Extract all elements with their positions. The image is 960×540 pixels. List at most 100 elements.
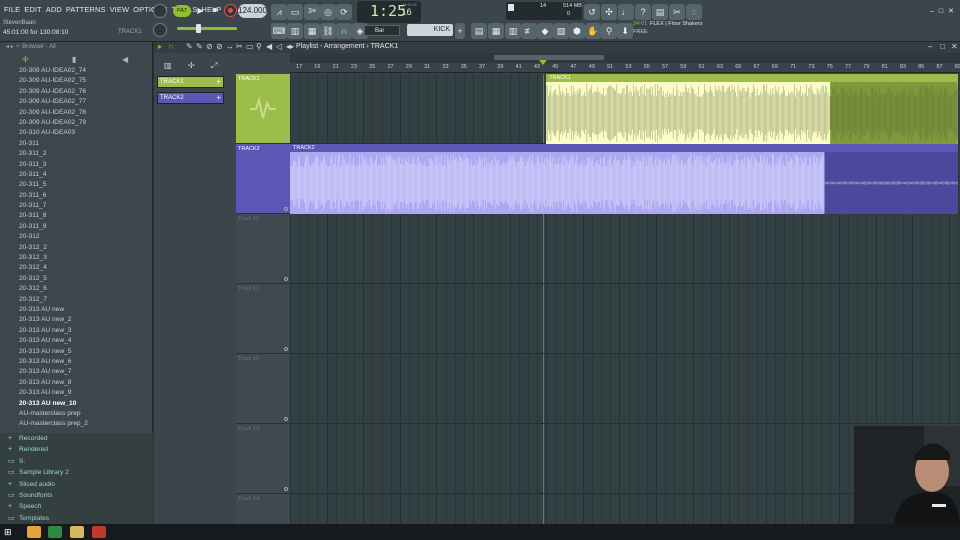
playlist-menu-icon[interactable]: ◂▸ xyxy=(286,42,294,51)
slip-tool-icon[interactable]: ↔ xyxy=(226,42,234,51)
master-knob-icon[interactable] xyxy=(153,23,167,37)
browser-item[interactable]: 20-311 xyxy=(0,139,153,149)
browser-item[interactable]: 20-312_4 xyxy=(0,263,153,273)
chrome-taskbar-icon[interactable] xyxy=(48,526,62,538)
touch-keyboard-icon[interactable]: ✋ xyxy=(585,23,601,39)
explorer-taskbar-icon[interactable] xyxy=(70,526,84,538)
browser-folder[interactable]: ▭ S: xyxy=(0,456,153,467)
menu-edit[interactable]: EDIT xyxy=(22,5,43,17)
picker-piano-icon[interactable]: ▥ xyxy=(164,61,172,70)
browser-item[interactable]: 20-310 AU-IDEA03 xyxy=(0,128,153,138)
menu-add[interactable]: ADD xyxy=(44,5,64,17)
browser-item[interactable]: 20-309 AU-IDEA02_77 xyxy=(0,97,153,107)
track-header[interactable]: Track 12 xyxy=(236,354,290,424)
record-button[interactable] xyxy=(224,4,237,17)
browser-item[interactable]: 20-312 xyxy=(0,232,153,242)
browser-item[interactable]: 20-311_5 xyxy=(0,180,153,190)
track-header[interactable]: Track 10 xyxy=(236,214,290,284)
browser-item[interactable]: 20-312_5 xyxy=(0,274,153,284)
microphone-icon[interactable]: ♩ xyxy=(618,4,634,20)
browser-icon[interactable]: ▧ xyxy=(553,23,569,39)
track-header[interactable]: Track 11 xyxy=(236,284,290,354)
multilink-icon[interactable]: ▦ xyxy=(304,23,320,39)
undo-icon[interactable]: ↺ xyxy=(584,4,600,20)
window-controls[interactable]: –□✕ xyxy=(930,7,959,15)
browser-item[interactable]: AU-masterclass prep xyxy=(0,409,153,419)
channel-rack-icon[interactable]: ▥ xyxy=(505,23,521,39)
browser-item[interactable]: 20-313 AU new_4 xyxy=(0,336,153,346)
pattern-selector[interactable]: KICK xyxy=(407,24,453,36)
delete-tool-icon[interactable]: ⊘ xyxy=(206,42,213,51)
time-ruler[interactable]: 17 19 21 23 25 27 29 31 33 35 37 39 41 43 45 47 49 51 53 55… xyxy=(290,63,960,73)
browser-item[interactable]: 20-311_7 xyxy=(0,201,153,211)
fl-studio-taskbar-icon[interactable] xyxy=(27,526,41,538)
clip-title[interactable]: TRACK1 xyxy=(546,74,958,82)
browser-item[interactable]: 20-312_7 xyxy=(0,295,153,305)
browser-item[interactable]: 20-313 AU new_3 xyxy=(0,326,153,336)
select-tool-icon[interactable]: ▭ xyxy=(246,42,254,51)
bookmark-icon[interactable]: ▤ xyxy=(652,4,668,20)
blend-icon[interactable]: ◎ xyxy=(320,4,336,20)
picker-stretch-icon[interactable]: ⤢ xyxy=(211,61,217,71)
track-header[interactable]: Track 13 xyxy=(236,424,290,494)
download-icon[interactable]: ⬇ xyxy=(617,23,633,39)
browser-tab-files-icon[interactable]: ▮ xyxy=(72,55,76,64)
browser-item[interactable]: 20-311_9 xyxy=(0,222,153,232)
browser-tab-speaker-icon[interactable]: ◀ xyxy=(122,55,128,64)
track-enable-icon[interactable] xyxy=(284,417,288,421)
audio-clip[interactable]: TRACK1 xyxy=(546,74,958,144)
cut-icon[interactable]: ✂ xyxy=(669,4,685,20)
browser-arrows-icon[interactable]: ◂ ▸ ✧ xyxy=(6,44,22,50)
playlist-options-icon[interactable]: ▸ xyxy=(158,42,162,51)
audio-clip[interactable]: TRACK2 xyxy=(290,144,958,214)
track-header[interactable]: TRACK2 xyxy=(236,144,290,214)
browser-item[interactable]: 20-312_6 xyxy=(0,284,153,294)
step-edit-icon[interactable]: ▥ xyxy=(287,23,303,39)
playlist-hscroll[interactable] xyxy=(290,53,960,63)
browser-item[interactable]: 20-313 AU new_10 xyxy=(0,399,153,409)
wait-input-icon[interactable]: ▭ xyxy=(287,4,303,20)
menu-view[interactable]: VIEW xyxy=(108,5,132,17)
browser-folder[interactable]: ▭ Templates xyxy=(0,513,153,524)
speaker-tool-icon[interactable]: ◁ xyxy=(276,42,282,51)
track-enable-icon[interactable] xyxy=(284,347,288,351)
start-icon[interactable]: ⊞ xyxy=(4,526,18,538)
track-enable-icon[interactable] xyxy=(284,487,288,491)
piano-roll-icon[interactable]: ▦ xyxy=(488,23,504,39)
playhead-marker[interactable] xyxy=(539,60,547,65)
picker-item-track1[interactable]: TRACK1 + xyxy=(157,76,224,88)
master-volume-handle[interactable] xyxy=(196,24,201,33)
browser-folder[interactable]: + Sliced audio xyxy=(0,479,153,490)
browser-item[interactable]: 20-313 AU new_5 xyxy=(0,347,153,357)
browser-item[interactable]: 20-309 AU-IDEA02_78 xyxy=(0,108,153,118)
chat-icon[interactable]: ◌ xyxy=(686,4,702,20)
playlist-icon[interactable]: ▤ xyxy=(471,23,487,39)
browser-folder[interactable]: + Rendered xyxy=(0,444,153,455)
browser-item[interactable]: 20-311_8 xyxy=(0,211,153,221)
typing-keyboard-icon[interactable]: ⌨ xyxy=(271,23,287,39)
slice-tool-icon[interactable]: ✂ xyxy=(236,42,243,51)
help-icon[interactable]: ? xyxy=(635,4,651,20)
playlist-close-icon[interactable]: ✕ xyxy=(951,42,958,51)
close-icon[interactable]: ✕ xyxy=(948,8,959,15)
pattern-add-icon[interactable]: + xyxy=(455,23,465,39)
track-enable-icon[interactable] xyxy=(284,207,288,211)
playback-tool-icon[interactable]: ◀ xyxy=(266,42,272,51)
browser-item[interactable]: 20-311_6 xyxy=(0,191,153,201)
mixer-icon[interactable]: ≢ xyxy=(521,23,537,39)
browser-item[interactable]: 20-312_3 xyxy=(0,253,153,263)
browser-item[interactable]: 20-311_4 xyxy=(0,170,153,180)
playlist-maximize-icon[interactable]: □ xyxy=(940,42,945,51)
zoom-tool-icon[interactable]: ⚲ xyxy=(256,42,262,51)
plugin-icon[interactable]: ◆ xyxy=(537,23,553,39)
mute-tool-icon[interactable]: ⊘ xyxy=(216,42,223,51)
picker-item-track2[interactable]: TRACK2 + xyxy=(157,92,224,104)
metronome-icon[interactable]: ⩘ xyxy=(271,4,287,20)
loop-record-icon[interactable]: ⟳ xyxy=(336,4,352,20)
browser-folder[interactable]: ▭ Soundfonts xyxy=(0,490,153,501)
menu-patterns[interactable]: PATTERNS xyxy=(64,5,108,17)
play-button[interactable]: ▶ xyxy=(193,4,208,18)
browser-item[interactable]: 20-309 AU-IDEA02_74 xyxy=(0,66,153,76)
pin-icon[interactable]: ✣ xyxy=(601,4,617,20)
browser-item[interactable]: 20-309 AU-IDEA02_76 xyxy=(0,87,153,97)
